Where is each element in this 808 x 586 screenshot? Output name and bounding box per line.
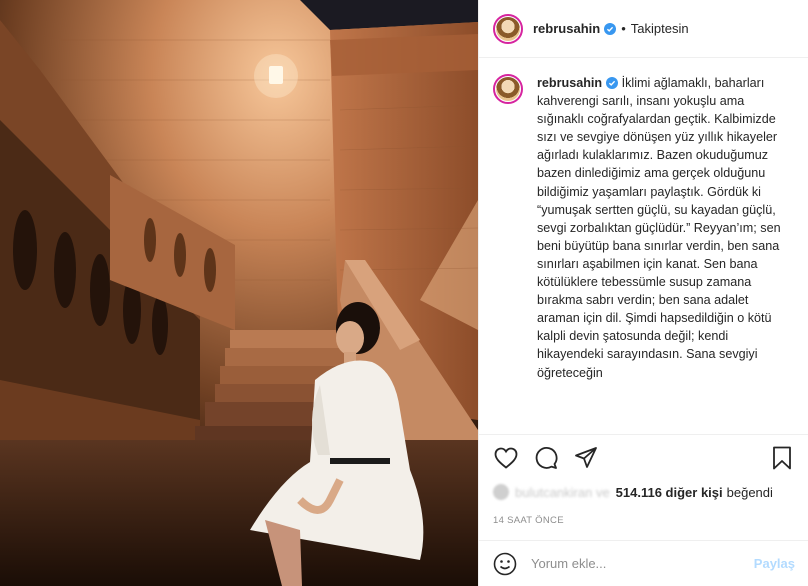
verified-icon [604, 22, 617, 35]
comment-icon [535, 447, 558, 469]
separator-dot: • [621, 21, 626, 36]
caption: rebrusahin İklimi ağlamaklı, baharları k… [537, 74, 792, 434]
verified-icon [606, 77, 619, 89]
likes-count[interactable]: 514.116 diğer kişi [616, 485, 723, 500]
header-username[interactable]: rebrusahin [533, 21, 600, 36]
action-section: bulutcankiran ve 514.116 diğer kişi beğe… [479, 434, 808, 526]
caption-username[interactable]: rebrusahin [537, 76, 602, 90]
avatar[interactable] [493, 13, 523, 44]
action-bar [479, 435, 808, 481]
share-icon [575, 447, 597, 468]
liker-name[interactable]: bulutcankiran ve [515, 485, 610, 500]
photo-illustration [0, 0, 478, 586]
bookmark-icon [773, 446, 791, 470]
share-button[interactable] [573, 445, 599, 471]
post-comment-button[interactable]: Paylaş [754, 556, 795, 571]
post-header: rebrusahin • Takiptesin [479, 0, 808, 58]
heart-icon [494, 447, 518, 469]
comment-input[interactable] [529, 555, 754, 572]
liker-avatar [493, 484, 509, 500]
post-sidebar: rebrusahin • Takiptesin rebrusahin İklim… [478, 0, 808, 586]
instagram-post: rebrusahin • Takiptesin rebrusahin İklim… [0, 0, 808, 586]
follow-status[interactable]: Takiptesin [631, 21, 689, 36]
emoji-icon [493, 552, 517, 575]
likes-suffix: beğendi [726, 484, 773, 500]
likes-line: bulutcankiran ve 514.116 diğer kişi beğe… [479, 481, 808, 503]
post-timestamp[interactable]: 14 SAAT ÖNCE [479, 515, 808, 526]
save-button[interactable] [769, 445, 795, 471]
caption-area: rebrusahin İklimi ağlamaklı, baharları k… [479, 58, 808, 434]
post-photo[interactable] [0, 0, 478, 586]
emoji-button[interactable] [493, 552, 517, 576]
comment-button[interactable] [533, 445, 559, 471]
caption-avatar[interactable] [493, 74, 523, 104]
caption-text: İklimi ağlamaklı, baharları kahverengi s… [537, 76, 781, 380]
add-comment-bar: Paylaş [479, 540, 808, 586]
like-button[interactable] [493, 445, 519, 471]
